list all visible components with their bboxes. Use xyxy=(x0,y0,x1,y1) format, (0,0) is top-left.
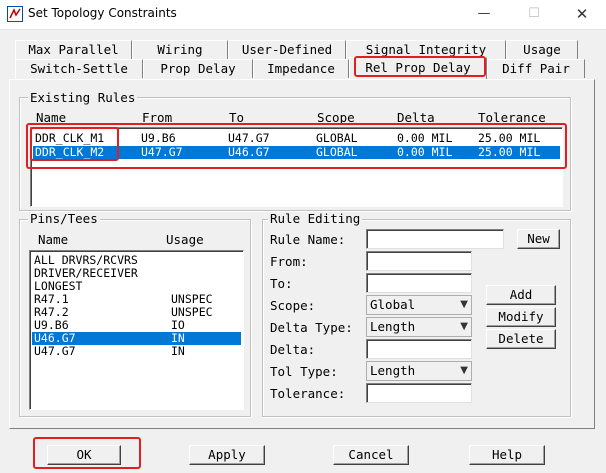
tab-user-defined[interactable]: User-Defined xyxy=(228,40,346,59)
from-label: From: xyxy=(270,254,308,269)
tol-type-select[interactable]: Length ▼ xyxy=(366,361,472,381)
tol-type-value: Length xyxy=(370,363,416,378)
chevron-down-icon: ▼ xyxy=(460,365,468,376)
delta-field[interactable] xyxy=(366,339,472,359)
pin-usage: IN xyxy=(171,344,185,358)
tab-usage[interactable]: Usage xyxy=(506,40,578,59)
pins-tees-label: Pins/Tees xyxy=(28,211,100,226)
close-button[interactable]: ✕ xyxy=(572,4,592,24)
existing-rules-label: Existing Rules xyxy=(28,90,138,105)
scope-label: Scope: xyxy=(270,298,316,313)
rule-name-input[interactable] xyxy=(366,229,504,249)
rule-editing-label: Rule Editing xyxy=(268,211,363,226)
tab-diff-pair[interactable]: Diff Pair xyxy=(487,59,585,78)
pins-header-name: Name xyxy=(38,232,69,247)
tab-max-parallel[interactable]: Max Parallel xyxy=(15,40,132,59)
to-field[interactable] xyxy=(366,273,472,293)
ok-highlight-box xyxy=(33,437,141,469)
delta-type-value: Length xyxy=(370,319,416,334)
tab-wiring[interactable]: Wiring xyxy=(132,40,228,59)
delta-type-select[interactable]: Length ▼ xyxy=(366,317,472,337)
delta-label: Delta: xyxy=(270,342,316,357)
delta-type-label: Delta Type: xyxy=(270,320,353,335)
chevron-down-icon: ▼ xyxy=(460,299,468,310)
app-icon xyxy=(7,6,23,22)
delete-button[interactable]: Delete xyxy=(486,329,556,349)
window-title: Set Topology Constraints xyxy=(28,6,177,20)
rule-names-highlight-box xyxy=(30,127,119,161)
minimize-button[interactable]: — xyxy=(474,4,494,24)
new-button[interactable]: New xyxy=(517,229,560,249)
tab-impedance[interactable]: Impedance xyxy=(253,59,349,78)
apply-button[interactable]: Apply xyxy=(189,445,265,465)
add-button[interactable]: Add xyxy=(486,285,556,305)
to-label: To: xyxy=(270,276,293,291)
pins-header-usage: Usage xyxy=(166,232,204,247)
scope-value: Global xyxy=(370,297,416,312)
tab-prop-delay[interactable]: Prop Delay xyxy=(143,59,253,78)
help-button[interactable]: Help xyxy=(469,445,545,465)
maximize-button[interactable]: ☐ xyxy=(524,4,544,24)
tab-highlight-box xyxy=(354,56,486,77)
tol-type-label: Tol Type: xyxy=(270,364,338,379)
pins-tees-list[interactable]: ALL DRVRS/RCVRS DRIVER/RECEIVER LONGEST … xyxy=(29,250,244,410)
list-item[interactable]: U47.G7 IN xyxy=(32,345,241,358)
chevron-down-icon: ▼ xyxy=(460,321,468,332)
scope-select[interactable]: Global ▼ xyxy=(366,295,472,315)
tab-switch-settle[interactable]: Switch-Settle xyxy=(15,59,143,78)
pin-name: U47.G7 xyxy=(34,344,76,358)
from-field[interactable] xyxy=(366,251,472,271)
tolerance-field[interactable] xyxy=(366,383,472,403)
tolerance-label: Tolerance: xyxy=(270,386,346,401)
modify-button[interactable]: Modify xyxy=(486,307,556,327)
cancel-button[interactable]: Cancel xyxy=(333,445,409,465)
rule-name-label: Rule Name: xyxy=(270,232,346,247)
